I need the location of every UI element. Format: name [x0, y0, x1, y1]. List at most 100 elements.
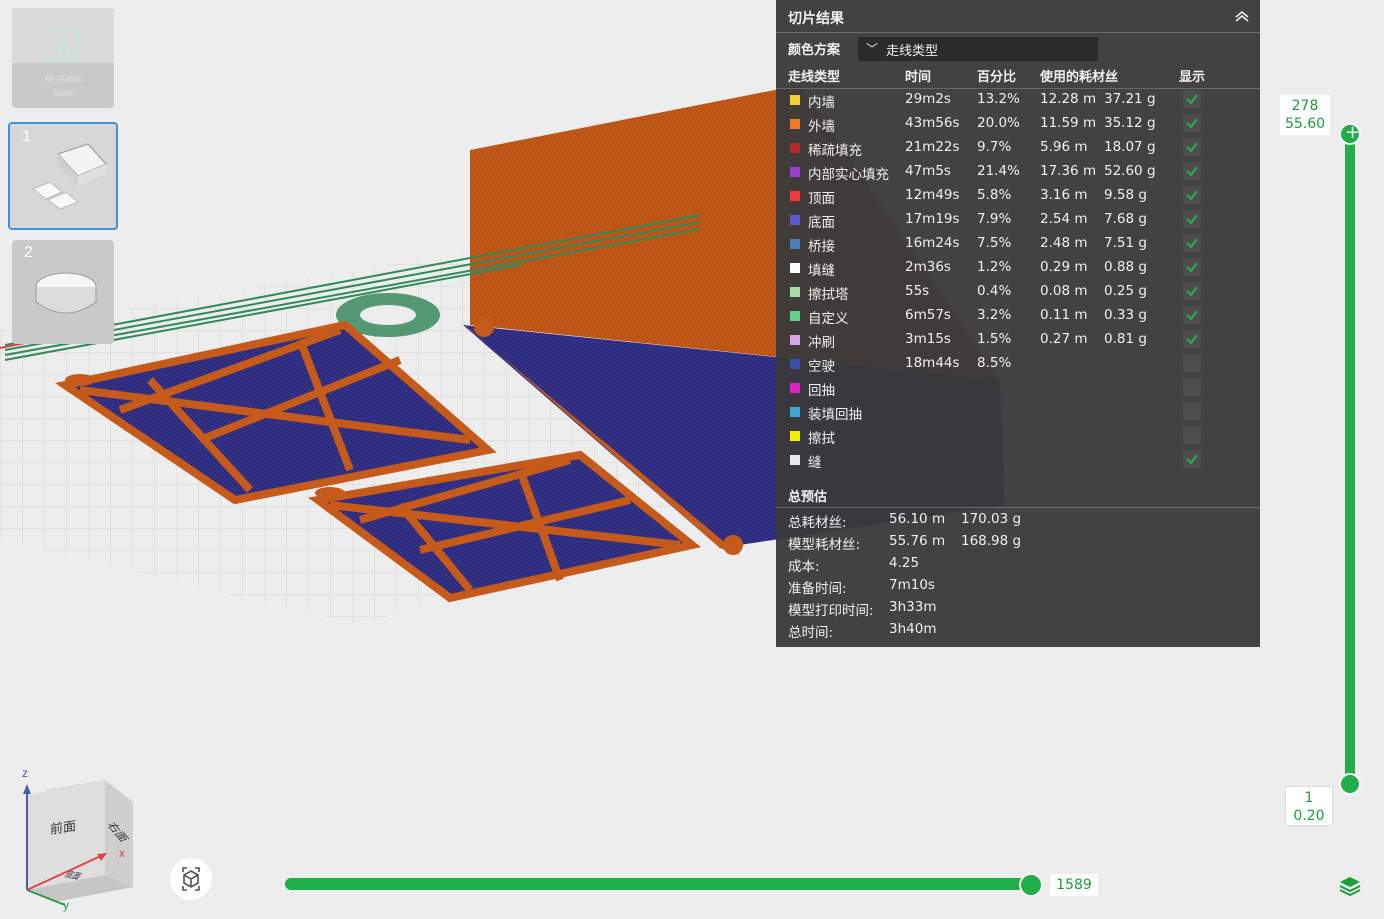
layers-icon[interactable] — [1338, 875, 1362, 897]
show-checkbox[interactable] — [1183, 282, 1201, 300]
color-swatch — [790, 143, 800, 153]
line-type-weight: 37.21 g — [1104, 91, 1156, 107]
show-checkbox[interactable] — [1183, 354, 1201, 372]
line-type-name: 空驶 — [808, 359, 835, 375]
line-type-weight: 7.51 g — [1104, 235, 1147, 251]
line-type-row: 稀疏填充 21m22s 9.7% 5.96 m 18.07 g — [776, 137, 1260, 161]
show-checkbox[interactable] — [1183, 378, 1201, 396]
line-type-row: 填缝 2m36s 1.2% 0.29 m 0.88 g — [776, 257, 1260, 281]
color-swatch — [790, 239, 800, 249]
show-checkbox[interactable] — [1183, 306, 1201, 324]
line-type-name: 外墙 — [808, 119, 835, 135]
color-swatch — [790, 191, 800, 201]
bottom-layer-number: 1 — [1304, 790, 1314, 806]
line-type-name: 内墙 — [808, 95, 835, 111]
line-type-percent: 8.5% — [977, 355, 1012, 371]
show-checkbox[interactable] — [1183, 450, 1201, 468]
line-type-length: 3.16 m — [1040, 187, 1088, 203]
header-type: 走线类型 — [788, 70, 841, 85]
plate-all-label-2: Stats — [52, 88, 74, 98]
line-type-name: 填缝 — [808, 263, 835, 279]
show-checkbox[interactable] — [1183, 330, 1201, 348]
plate-2[interactable]: 2 — [12, 240, 114, 344]
plate-2-preview — [35, 272, 97, 314]
show-checkbox[interactable] — [1183, 258, 1201, 276]
line-type-percent: 7.5% — [977, 235, 1012, 251]
move-slider-handle[interactable] — [1019, 873, 1043, 897]
plate-1-preview — [32, 143, 107, 210]
line-type-name: 擦拭 — [808, 431, 835, 447]
plate-all-stats[interactable]: All Plates Stats — [12, 8, 114, 108]
check-icon — [1186, 190, 1198, 201]
layer-slider-top-handle[interactable] — [1339, 122, 1361, 145]
layer-slider-track[interactable] — [1345, 133, 1355, 786]
layer-slider-bottom-handle[interactable] — [1339, 773, 1361, 795]
summary-row: 成本: 4.25 — [776, 553, 1260, 575]
line-type-time: 12m49s — [905, 187, 960, 203]
color-scheme-select[interactable]: ﹀ 走线类型 — [858, 37, 1098, 61]
color-scheme-label: 颜色方案 — [788, 43, 841, 58]
line-type-weight: 7.68 g — [1104, 211, 1147, 227]
show-checkbox[interactable] — [1183, 186, 1201, 204]
plate-all-label: All Plates — [44, 74, 82, 84]
line-type-weight: 35.12 g — [1104, 115, 1156, 131]
top-layer-height: 55.60 — [1284, 116, 1326, 132]
color-swatch — [790, 335, 800, 345]
line-type-row: 桥接 16m24s 7.5% 2.48 m 7.51 g — [776, 233, 1260, 257]
line-type-row: 外墙 43m56s 20.0% 11.59 m 35.12 g — [776, 113, 1260, 137]
line-type-row: 内墙 29m2s 13.2% 12.28 m 37.21 g — [776, 89, 1260, 113]
line-type-weight: 0.25 g — [1104, 283, 1147, 299]
line-type-percent: 13.2% — [977, 91, 1020, 107]
line-type-name: 自定义 — [808, 311, 849, 327]
line-type-name: 装填回抽 — [808, 407, 862, 423]
check-icon — [1186, 214, 1198, 225]
show-checkbox[interactable] — [1183, 162, 1201, 180]
line-type-weight: 0.88 g — [1104, 259, 1147, 275]
color-swatch — [790, 407, 800, 417]
move-slider-track[interactable] — [285, 878, 1035, 890]
line-type-length: 5.96 m — [1040, 139, 1088, 155]
line-type-length: 0.08 m — [1040, 283, 1088, 299]
show-checkbox[interactable] — [1183, 138, 1201, 156]
summary-row: 模型耗材丝: 55.76 m 168.98 g — [776, 531, 1260, 553]
check-icon — [1186, 94, 1198, 105]
header-time: 时间 — [905, 70, 932, 85]
check-icon — [1186, 238, 1198, 249]
reset-view-icon — [182, 867, 200, 891]
color-swatch — [790, 359, 800, 369]
line-type-percent: 21.4% — [977, 163, 1020, 179]
cube-face-front[interactable]: 前面 — [50, 815, 76, 838]
show-checkbox[interactable] — [1183, 426, 1201, 444]
axis-x-label: x — [119, 846, 125, 860]
line-type-length: 17.36 m — [1040, 163, 1097, 179]
line-type-weight: 0.81 g — [1104, 331, 1147, 347]
summary-row: 准备时间: 7m10s — [776, 575, 1260, 597]
summary-title: 总预估 — [788, 490, 828, 505]
line-type-name: 擦拭塔 — [808, 287, 849, 303]
line-type-length: 2.48 m — [1040, 235, 1088, 251]
reset-view-button[interactable] — [170, 858, 212, 900]
show-checkbox[interactable] — [1183, 114, 1201, 132]
show-checkbox[interactable] — [1183, 402, 1201, 420]
bottom-layer-height: 0.20 — [1293, 808, 1325, 824]
summary-label: 准备时间: — [788, 581, 847, 597]
show-checkbox[interactable] — [1183, 90, 1201, 108]
line-type-row: 内部实心填充 47m5s 21.4% 17.36 m 52.60 g — [776, 161, 1260, 185]
line-type-time: 6m57s — [905, 307, 951, 323]
line-type-name: 缝 — [808, 455, 822, 471]
line-type-row: 顶面 12m49s 5.8% 3.16 m 9.58 g — [776, 185, 1260, 209]
collapse-icon[interactable] — [1232, 8, 1252, 24]
line-type-time: 55s — [905, 283, 930, 299]
color-swatch — [790, 119, 800, 129]
line-type-length: 12.28 m — [1040, 91, 1097, 107]
line-type-row: 自定义 6m57s 3.2% 0.11 m 0.33 g — [776, 305, 1260, 329]
show-checkbox[interactable] — [1183, 210, 1201, 228]
view-cube[interactable]: z x y 前面 右面 底面 — [15, 760, 145, 912]
line-type-percent: 7.9% — [977, 211, 1012, 227]
line-type-length: 0.11 m — [1040, 307, 1088, 323]
stats-icon — [46, 29, 80, 63]
line-type-name: 底面 — [808, 215, 835, 231]
chevron-down-icon: ﹀ — [866, 42, 879, 56]
plate-1[interactable]: 1 — [8, 122, 118, 230]
show-checkbox[interactable] — [1183, 234, 1201, 252]
